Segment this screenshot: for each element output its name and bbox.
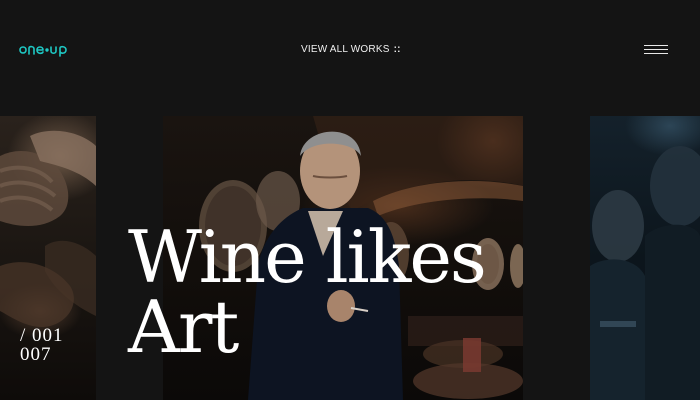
brand-logo[interactable] <box>18 40 70 58</box>
view-all-works-link[interactable]: VIEW ALL WORKS:: <box>301 44 401 55</box>
slide-counter-total: 007 <box>20 344 52 365</box>
headline-line-1: Wine likes <box>128 215 487 299</box>
people-dark-image <box>590 146 700 400</box>
hamburger-icon-line-bottom <box>644 53 668 54</box>
hamburger-icon-line-middle <box>644 49 668 50</box>
headline-line-2: Art <box>128 285 239 369</box>
slide-headline[interactable]: Wine likes Art <box>128 215 487 369</box>
next-slide-image[interactable] <box>590 116 700 400</box>
view-all-dots: :: <box>393 44 401 55</box>
hamburger-icon-line-top <box>644 45 668 46</box>
menu-button[interactable] <box>644 42 668 56</box>
one-up-logo-mark <box>19 45 67 57</box>
view-all-label: VIEW ALL WORKS <box>301 44 390 55</box>
slide-counter-current: / 001 <box>20 325 64 346</box>
page: VIEW ALL WORKS:: / 001 007 Wine likes Ar… <box>0 0 700 400</box>
slide-counter: / 001 007 <box>20 326 64 364</box>
